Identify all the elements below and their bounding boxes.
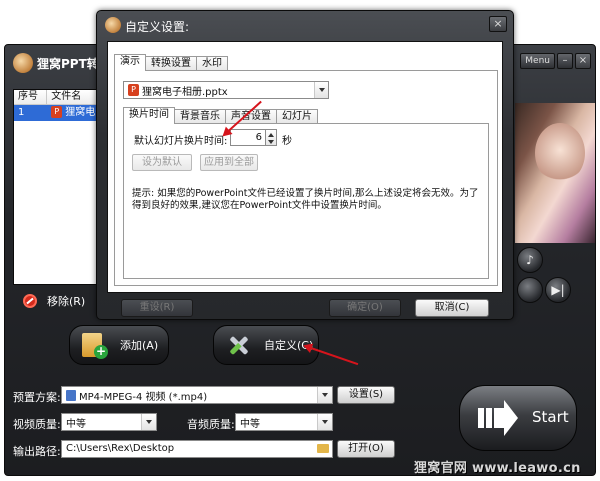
app-logo-icon bbox=[13, 53, 33, 73]
add-label: 添加(A) bbox=[120, 339, 159, 352]
tab-watermark[interactable]: 水印 bbox=[196, 56, 228, 71]
window-controls: Menu – × bbox=[520, 53, 591, 69]
folder-icon[interactable] bbox=[317, 444, 329, 453]
tab-slide-timing[interactable]: 换片时间 bbox=[123, 107, 175, 124]
slide-time-unit: 秒 bbox=[282, 136, 292, 147]
start-button[interactable]: Start bbox=[459, 385, 577, 451]
ok-button[interactable]: 确定(O) bbox=[329, 299, 401, 317]
pptx-file-icon: P bbox=[51, 106, 63, 118]
column-index[interactable]: 序号 bbox=[14, 90, 48, 104]
slide-time-stepper[interactable] bbox=[266, 129, 277, 146]
dialog-logo-icon bbox=[105, 17, 121, 33]
set-default-button[interactable]: 设为默认 bbox=[132, 154, 192, 171]
start-label: Start bbox=[532, 408, 569, 426]
audio-quality-label: 音频质量: bbox=[187, 418, 235, 431]
top-tabs: 演示 转换设置 水印 bbox=[114, 54, 228, 71]
tab-slides[interactable]: 幻灯片 bbox=[276, 109, 318, 124]
chevron-down-icon[interactable] bbox=[317, 387, 332, 403]
chevron-down-icon[interactable] bbox=[141, 414, 156, 430]
output-path-field[interactable]: C:\Users\Rex\Desktop bbox=[61, 440, 333, 458]
file-list[interactable]: 序号 文件名 1 P狸窝电子相册.pptx bbox=[13, 89, 105, 285]
remove-label: 移除(R) bbox=[47, 295, 86, 308]
settings-button[interactable]: 设置(S) bbox=[337, 386, 395, 404]
tab-background-music[interactable]: 背景音乐 bbox=[174, 109, 226, 124]
tools-icon bbox=[224, 331, 252, 359]
volume-icon[interactable]: ♪ bbox=[517, 247, 543, 273]
file-list-header: 序号 文件名 bbox=[14, 90, 104, 105]
file-select-value: 狸窝电子相册.pptx bbox=[142, 86, 228, 98]
video-quality-label: 视频质量: bbox=[13, 418, 61, 431]
cancel-button[interactable]: 取消(C) bbox=[415, 299, 489, 317]
dialog-panel: 演示 转换设置 水印 P 狸窝电子相册.pptx 换片时间 背景音乐 声音设置 幻… bbox=[107, 41, 503, 293]
presentation-tab-content: P 狸窝电子相册.pptx 换片时间 背景音乐 声音设置 幻灯片 默认幻灯片换片时… bbox=[114, 70, 498, 286]
tab-presentation[interactable]: 演示 bbox=[114, 54, 146, 71]
chevron-down-icon[interactable] bbox=[317, 414, 332, 430]
output-path-label: 输出路径: bbox=[13, 445, 61, 458]
next-frame-icon[interactable]: ▶| bbox=[545, 277, 571, 303]
pptx-file-select[interactable]: P 狸窝电子相册.pptx bbox=[123, 81, 329, 99]
preset-select[interactable]: MP4-MPEG-4 视频 (*.mp4) bbox=[61, 386, 333, 404]
custom-settings-dialog: 自定义设置: × 演示 转换设置 水印 P 狸窝电子相册.pptx 换片时间 背景… bbox=[96, 10, 514, 320]
site-watermark: 狸窝官网 www.leawo.cn bbox=[414, 461, 581, 476]
video-format-icon bbox=[66, 389, 76, 401]
open-button[interactable]: 打开(O) bbox=[337, 440, 395, 458]
video-quality-value: 中等 bbox=[66, 418, 86, 430]
add-button[interactable]: + 添加(A) bbox=[69, 325, 169, 365]
remove-icon bbox=[23, 294, 37, 308]
audio-quality-value: 中等 bbox=[240, 418, 260, 430]
app-title: 狸窝PPT转换 bbox=[37, 57, 101, 71]
slide-timing-content: 默认幻灯片换片时间: 6 秒 设为默认 应用到全部 提示: 如果您的PowerP… bbox=[123, 123, 489, 279]
settings-round-icon[interactable] bbox=[517, 277, 543, 303]
row-index: 1 bbox=[18, 107, 25, 118]
tab-conversion-settings[interactable]: 转换设置 bbox=[145, 56, 197, 71]
table-row[interactable]: 1 P狸窝电子相册.pptx bbox=[14, 105, 104, 121]
output-path-value: C:\Users\Rex\Desktop bbox=[66, 443, 175, 454]
inner-tabs: 换片时间 背景音乐 声音设置 幻灯片 bbox=[123, 107, 318, 124]
preview-controls: ♪ ▶| bbox=[515, 247, 595, 307]
dialog-close-button[interactable]: × bbox=[489, 16, 507, 32]
remove-control[interactable]: 移除(R) bbox=[23, 293, 85, 309]
tip-text: 提示: 如果您的PowerPoint文件已经设置了换片时间,那么上述设定将会无效… bbox=[132, 188, 479, 211]
add-file-icon: + bbox=[80, 331, 108, 359]
reset-button[interactable]: 重设(R) bbox=[121, 299, 193, 317]
video-preview bbox=[515, 103, 595, 243]
dialog-title: 自定义设置: bbox=[125, 20, 190, 34]
pptx-file-icon: P bbox=[128, 84, 139, 96]
preset-label: 预置方案: bbox=[13, 391, 61, 404]
preset-value: MP4-MPEG-4 视频 (*.mp4) bbox=[79, 391, 208, 403]
apply-all-button[interactable]: 应用到全部 bbox=[200, 154, 258, 171]
menu-button[interactable]: Menu bbox=[520, 53, 555, 69]
audio-quality-select[interactable]: 中等 bbox=[235, 413, 333, 431]
slide-time-input[interactable]: 6 bbox=[230, 129, 266, 146]
chevron-down-icon[interactable] bbox=[314, 82, 328, 98]
slide-time-label: 默认幻灯片换片时间: bbox=[134, 136, 228, 147]
close-button[interactable]: × bbox=[575, 53, 591, 69]
video-quality-select[interactable]: 中等 bbox=[61, 413, 157, 431]
start-arrow-icon bbox=[478, 400, 518, 436]
minimize-button[interactable]: – bbox=[557, 53, 573, 69]
